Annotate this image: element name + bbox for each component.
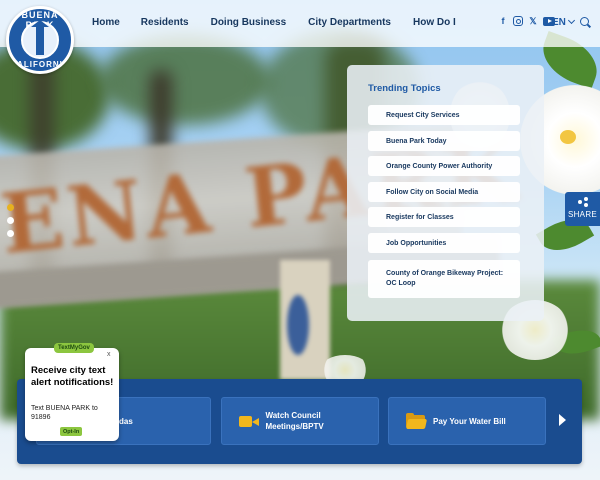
opt-in-button[interactable]: Opt-In bbox=[60, 427, 83, 436]
textmygov-headline: Receive city text alert notifications! bbox=[31, 365, 114, 388]
nav-item-city-departments[interactable]: City Departments bbox=[308, 17, 391, 28]
chevron-down-icon bbox=[567, 16, 575, 25]
nav-item-residents[interactable]: Residents bbox=[141, 17, 189, 28]
nav-item-doing-business[interactable]: Doing Business bbox=[211, 17, 287, 28]
trending-topics-panel: Trending Topics Request City Services Bu… bbox=[347, 65, 544, 321]
language-label: EN bbox=[552, 17, 566, 28]
site-header: Home Residents Doing Business City Depar… bbox=[0, 0, 600, 47]
textmygov-badge: TextMyGov bbox=[54, 343, 94, 353]
topic-oc-loop[interactable]: County of Orange Bikeway Project: OC Loo… bbox=[368, 260, 520, 298]
nav-item-how-do-i[interactable]: How Do I bbox=[413, 17, 456, 28]
share-label: SHARE bbox=[567, 210, 598, 219]
quick-link-watch-council[interactable]: Watch Council Meetings/BPTV bbox=[221, 397, 379, 445]
social-links: f 𝕏 bbox=[498, 16, 555, 26]
quick-link-label: Pay Your Water Bill bbox=[433, 416, 506, 426]
share-button[interactable]: SHARE bbox=[565, 192, 600, 226]
close-icon[interactable]: x bbox=[107, 351, 111, 358]
logo-tower-icon bbox=[31, 20, 49, 55]
topic-ocpa[interactable]: Orange County Power Authority bbox=[368, 156, 520, 176]
main-nav: Home Residents Doing Business City Depar… bbox=[92, 17, 456, 28]
logo-bottom-text: CALIFORNIA bbox=[10, 60, 70, 69]
slider-dot-3[interactable] bbox=[7, 230, 14, 237]
chevron-right-icon[interactable] bbox=[559, 414, 566, 426]
topic-job-opportunities[interactable]: Job Opportunities bbox=[368, 233, 520, 253]
slider-dot-2[interactable] bbox=[7, 217, 14, 224]
share-icon bbox=[577, 197, 588, 207]
slider-dots bbox=[7, 204, 14, 237]
slider-dot-1[interactable] bbox=[7, 204, 14, 211]
topic-request-city-services[interactable]: Request City Services bbox=[368, 105, 520, 125]
language-selector[interactable]: EN bbox=[552, 16, 575, 28]
video-camera-icon bbox=[239, 414, 259, 429]
trending-title: Trending Topics bbox=[368, 83, 441, 94]
instagram-icon[interactable] bbox=[513, 16, 523, 26]
folder-icon bbox=[405, 412, 428, 429]
facebook-icon[interactable]: f bbox=[498, 16, 508, 26]
search-icon[interactable] bbox=[580, 17, 589, 26]
topic-register-classes[interactable]: Register for Classes bbox=[368, 207, 520, 227]
city-logo[interactable]: BUENA PARK CALIFORNIA bbox=[6, 6, 74, 74]
topic-buena-park-today[interactable]: Buena Park Today bbox=[368, 131, 520, 151]
quick-link-label: Watch Council Meetings/BPTV bbox=[265, 411, 324, 431]
topic-follow-social[interactable]: Follow City on Social Media bbox=[368, 182, 520, 202]
textmygov-body: Text BUENA PARK to 91896 bbox=[31, 405, 98, 421]
quick-link-pay-water-bill[interactable]: Pay Your Water Bill bbox=[388, 397, 546, 445]
x-icon[interactable]: 𝕏 bbox=[528, 16, 538, 26]
nav-item-home[interactable]: Home bbox=[92, 17, 120, 28]
quick-link-label: das bbox=[119, 416, 133, 426]
textmygov-popup: TextMyGov x Receive city text alert noti… bbox=[25, 343, 119, 441]
